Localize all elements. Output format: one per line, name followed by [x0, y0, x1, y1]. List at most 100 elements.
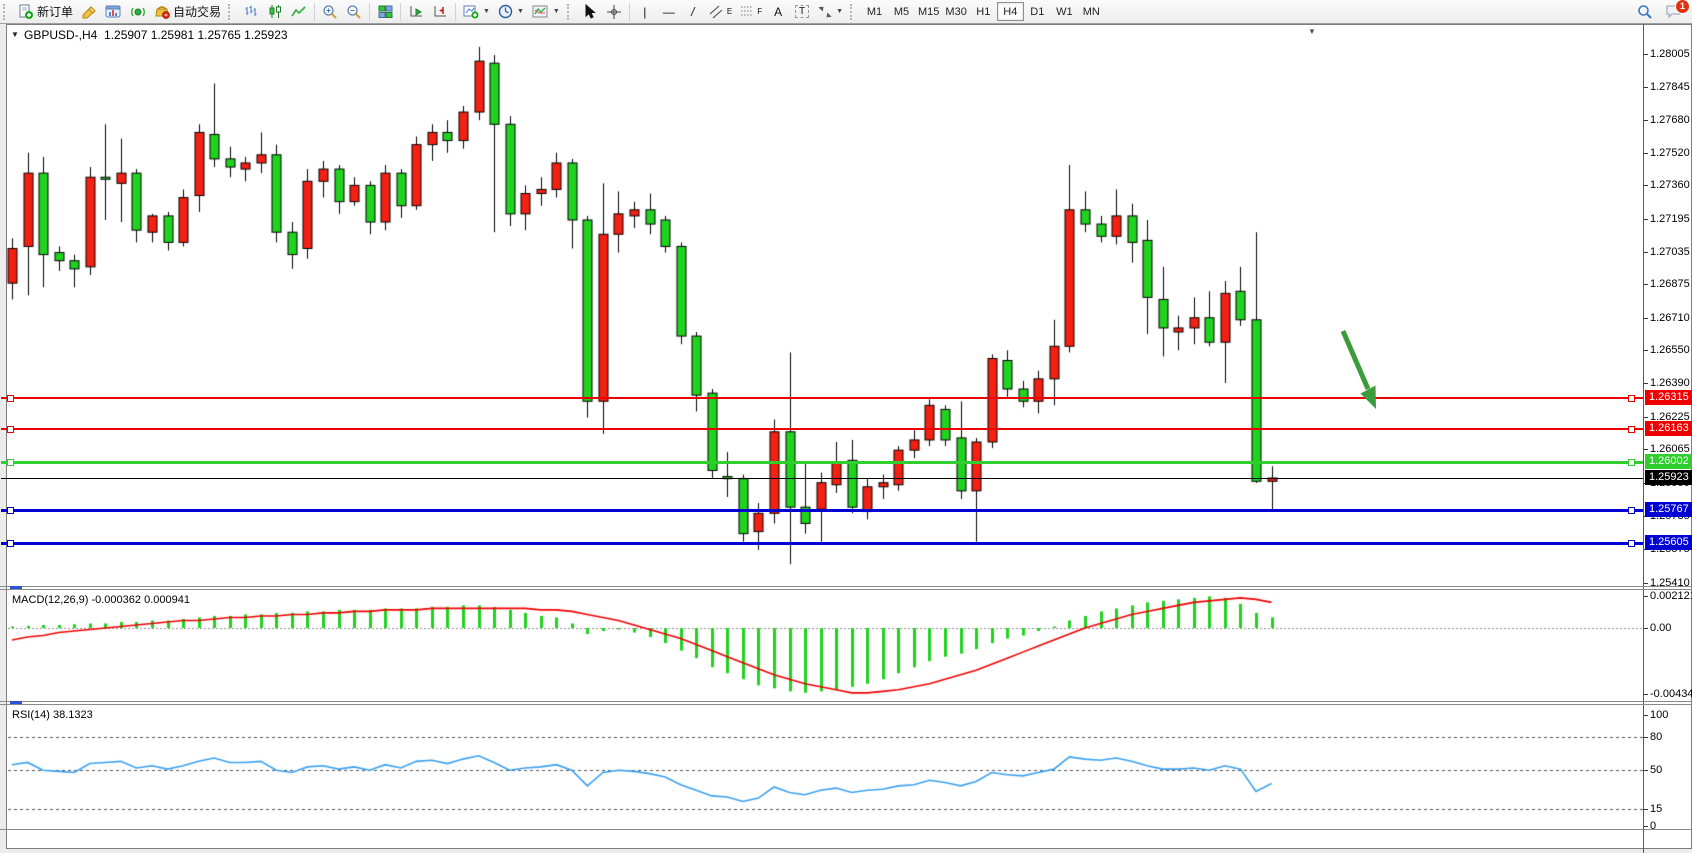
- timeframe-m1[interactable]: M1: [861, 2, 888, 21]
- notification-badge: 1: [1675, 0, 1690, 14]
- candlestick-chart-button[interactable]: [263, 2, 287, 22]
- timeframe-mn[interactable]: MN: [1078, 2, 1105, 21]
- panel-splitter-rsi[interactable]: [0, 701, 1692, 705]
- price-tick-label: 1.27035: [1650, 246, 1690, 258]
- periods-dropdown[interactable]: ▼: [494, 2, 528, 22]
- price-tick-label: 1.27845: [1650, 81, 1690, 93]
- autotrading-button[interactable]: 自动交易: [150, 2, 225, 22]
- support-line-2[interactable]: [1, 542, 1643, 545]
- line-anchor-handle[interactable]: [7, 459, 14, 466]
- timeframe-h1[interactable]: H1: [970, 2, 997, 21]
- toolbar-grip[interactable]: [3, 4, 10, 20]
- line-chart-icon: [291, 5, 307, 19]
- line-anchor-handle[interactable]: [7, 540, 14, 547]
- candlestick-plot[interactable]: [0, 24, 1692, 847]
- line-anchor-handle[interactable]: [1628, 395, 1635, 402]
- auto-scroll-button[interactable]: [404, 2, 428, 22]
- rsi-tick-label: 100: [1650, 709, 1668, 721]
- resistance-line-2[interactable]: [1, 428, 1643, 430]
- chat-button[interactable]: 1: [1661, 2, 1686, 22]
- zoom-in-button[interactable]: [318, 2, 342, 22]
- toolbar-grip[interactable]: [850, 4, 857, 20]
- price-tick: [1644, 185, 1648, 186]
- macd-tick-label: 0.002121: [1650, 590, 1692, 602]
- price-tick-label: 1.28005: [1650, 48, 1690, 60]
- support-line-1[interactable]: [1, 509, 1643, 512]
- line-anchor-handle[interactable]: [1628, 507, 1635, 514]
- new-chart-dropdown[interactable]: ▼: [459, 2, 494, 22]
- vertical-line-icon: |: [643, 5, 646, 19]
- toolbar-grip[interactable]: [228, 4, 235, 20]
- arrows-dropdown[interactable]: ▼: [814, 2, 847, 22]
- timeframe-h4[interactable]: H4: [997, 2, 1024, 21]
- timeframe-m5[interactable]: M5: [888, 2, 915, 21]
- crosshair-button[interactable]: [602, 2, 626, 22]
- metaeditor-button[interactable]: [77, 2, 101, 22]
- line-chart-button[interactable]: [287, 2, 311, 22]
- macd-tick: [1644, 694, 1648, 695]
- template-icon: [532, 4, 549, 19]
- price-tick: [1644, 350, 1648, 351]
- bar-chart-icon: [244, 4, 259, 19]
- text-button[interactable]: A: [766, 2, 790, 22]
- vertical-line-button[interactable]: |: [633, 2, 657, 22]
- zoom-out-button[interactable]: [342, 2, 366, 22]
- macd-tick: [1644, 628, 1648, 629]
- price-tick: [1644, 583, 1648, 584]
- line-anchor-handle[interactable]: [1628, 459, 1635, 466]
- search-button[interactable]: [1633, 2, 1657, 22]
- toolbar-separator: [400, 3, 401, 21]
- price-badge: 1.26315: [1645, 390, 1692, 405]
- timeframe-d1[interactable]: D1: [1024, 2, 1051, 21]
- price-badge: 1.26002: [1645, 454, 1692, 469]
- splitter-grip[interactable]: [10, 586, 22, 589]
- horizontal-line-button[interactable]: —: [657, 2, 681, 22]
- toolbar-separator: [314, 3, 315, 21]
- dropdown-arrow-icon: ▼: [553, 8, 560, 15]
- line-anchor-handle[interactable]: [1628, 540, 1635, 547]
- rsi-tick: [1644, 715, 1648, 716]
- signals-icon: [130, 4, 146, 19]
- price-tick-label: 1.26710: [1650, 312, 1690, 324]
- rsi-tick-label: 50: [1650, 764, 1662, 776]
- tile-windows-button[interactable]: [373, 2, 397, 22]
- autotrading-icon: [154, 4, 170, 19]
- line-anchor-handle[interactable]: [7, 507, 14, 514]
- price-tick-label: 1.27195: [1650, 213, 1690, 225]
- resistance-line-1[interactable]: [1, 397, 1643, 399]
- chart-shift-button[interactable]: [428, 2, 452, 22]
- splitter-grip[interactable]: [10, 701, 22, 704]
- equidistant-channel-button[interactable]: E: [705, 2, 736, 22]
- panel-splitter-macd[interactable]: [0, 586, 1692, 590]
- bar-chart-button[interactable]: [239, 2, 263, 22]
- timeframe-m30[interactable]: M30: [942, 2, 969, 21]
- new-order-button[interactable]: 新订单: [14, 2, 77, 22]
- pivot-line-green[interactable]: [1, 461, 1643, 464]
- down-arrow-annotation[interactable]: [1330, 323, 1390, 423]
- chart-shift-icon: [432, 4, 448, 19]
- timeframe-w1[interactable]: W1: [1051, 2, 1078, 21]
- auto-scroll-icon: [408, 4, 424, 19]
- line-anchor-handle[interactable]: [7, 395, 14, 402]
- cursor-button[interactable]: [578, 2, 602, 22]
- chart-shift-marker-icon[interactable]: ▼: [1308, 27, 1316, 36]
- templates-dropdown[interactable]: ▼: [528, 2, 564, 22]
- text-label-button[interactable]: T: [790, 2, 814, 22]
- line-anchor-handle[interactable]: [7, 426, 14, 433]
- chart-title-arrow-icon[interactable]: ▼: [11, 30, 19, 39]
- trendline-button[interactable]: /: [681, 2, 705, 22]
- price-tick: [1644, 219, 1648, 220]
- terminal-button[interactable]: [101, 2, 126, 22]
- price-badge: 1.25605: [1645, 535, 1692, 550]
- timeframe-m15[interactable]: M15: [915, 2, 942, 21]
- current-price-line: [1, 478, 1643, 479]
- price-badge: 1.25767: [1645, 502, 1692, 517]
- signals-button[interactable]: [126, 2, 150, 22]
- toolbar: 新订单: [0, 0, 1692, 24]
- price-tick-label: 1.26550: [1650, 344, 1690, 356]
- price-tick-label: 1.26390: [1650, 377, 1690, 389]
- line-anchor-handle[interactable]: [1628, 426, 1635, 433]
- fibonacci-button[interactable]: F: [736, 2, 766, 22]
- toolbar-grip[interactable]: [567, 4, 574, 20]
- mt4-application: 新订单: [0, 0, 1692, 853]
